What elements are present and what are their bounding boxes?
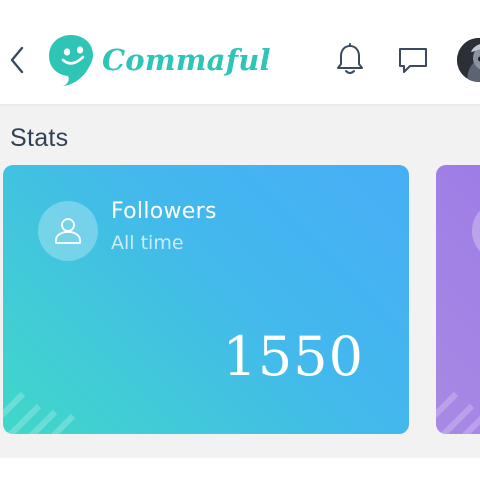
brand-name: Commaful (102, 42, 271, 77)
next-card-icon-badge (472, 201, 480, 261)
followers-count: 1550 (222, 325, 364, 388)
app: Commaful Stats Followers All time 1550 (0, 0, 480, 480)
section-title-stats: Stats (10, 124, 69, 152)
back-button[interactable] (4, 40, 28, 80)
user-icon-badge (38, 201, 98, 261)
top-bar: Commaful (0, 0, 480, 104)
decorative-stripes (3, 391, 76, 434)
decorative-stripes (436, 391, 480, 434)
user-icon (55, 218, 81, 244)
bottom-panel (0, 458, 480, 480)
comma-bubble-logo-icon (49, 35, 93, 86)
notifications-button[interactable] (334, 43, 366, 77)
messages-button[interactable] (396, 44, 430, 76)
chevron-left-icon (10, 46, 24, 74)
avatar[interactable] (457, 38, 480, 82)
avatar-image (457, 38, 480, 82)
card-title: Followers (111, 199, 217, 224)
bell-icon (337, 43, 363, 74)
chat-bubble-icon (399, 48, 427, 73)
stat-card-next[interactable] (436, 165, 480, 434)
commaful-logo[interactable]: Commaful (48, 33, 271, 87)
card-subtitle: All time (111, 232, 184, 254)
stat-card-followers[interactable]: Followers All time 1550 (3, 165, 409, 434)
